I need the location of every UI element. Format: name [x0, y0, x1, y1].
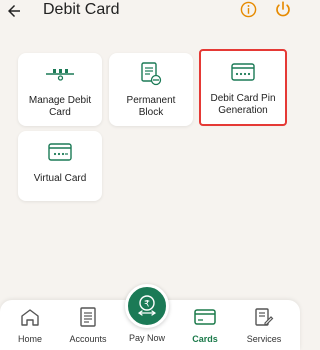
- nav-accounts[interactable]: Accounts: [58, 306, 118, 344]
- svg-text:₹: ₹: [144, 300, 150, 310]
- manage-debit-card-tile[interactable]: Manage Debit Card: [18, 53, 102, 126]
- card-label: Debit Card Pin Generation: [210, 93, 276, 116]
- nav-home[interactable]: Home: [0, 306, 60, 344]
- nav-services[interactable]: Services: [234, 306, 294, 344]
- app-header: Debit Card: [0, 0, 300, 24]
- nav-label: Accounts: [69, 334, 107, 344]
- home-icon: [20, 306, 40, 328]
- permanent-block-tile[interactable]: Permanent Block: [109, 53, 193, 126]
- slider-icon: [45, 61, 75, 87]
- pay-now-label: Pay Now: [128, 333, 165, 343]
- cards-icon: [194, 306, 216, 328]
- card-label: Manage Debit Card: [28, 95, 92, 118]
- card-pin-icon: [231, 59, 255, 85]
- debit-card-pin-generation-tile[interactable]: Debit Card Pin Generation: [199, 49, 287, 126]
- document-block-icon: [140, 61, 162, 87]
- info-icon[interactable]: [240, 1, 257, 18]
- rupee-exchange-icon: ₹: [137, 295, 157, 316]
- nav-label: Services: [246, 334, 282, 344]
- virtual-card-icon: [48, 139, 72, 165]
- page-title: Debit Card: [43, 1, 120, 18]
- power-icon[interactable]: [274, 0, 292, 18]
- nav-cards[interactable]: Cards: [175, 306, 235, 344]
- nav-label: Home: [17, 334, 42, 344]
- accounts-icon: [79, 306, 97, 328]
- nav-label: Cards: [192, 334, 218, 344]
- services-icon: [254, 306, 274, 328]
- virtual-card-tile[interactable]: Virtual Card: [18, 131, 102, 201]
- card-label: Permanent Block: [126, 95, 176, 118]
- back-arrow-icon[interactable]: [5, 2, 23, 20]
- pay-now-button[interactable]: ₹: [125, 284, 169, 328]
- card-label: Virtual Card: [33, 173, 87, 184]
